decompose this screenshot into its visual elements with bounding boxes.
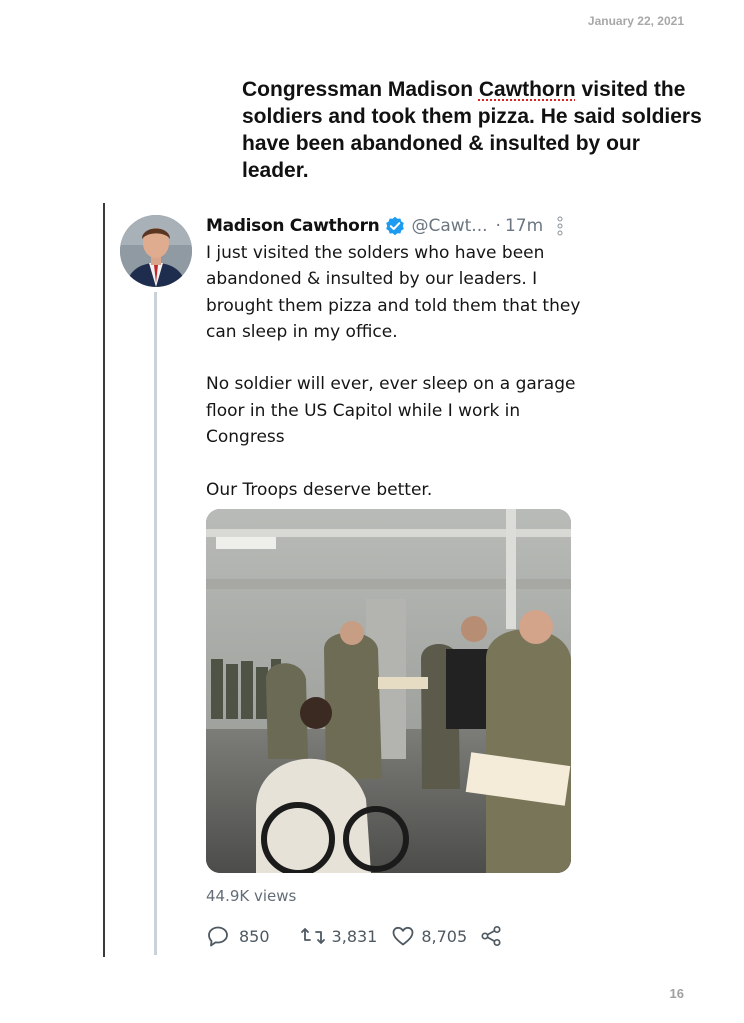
page-number: 16 <box>669 986 684 1001</box>
avatar[interactable] <box>120 215 192 287</box>
display-name[interactable]: Madison Cawthorn <box>206 216 380 236</box>
more-options-icon[interactable] <box>557 216 563 236</box>
quote-rule <box>103 203 105 957</box>
retweet-icon <box>300 924 326 948</box>
separator-dot: · <box>495 216 501 236</box>
user-handle[interactable]: @Cawt... <box>411 216 487 236</box>
tweet-paragraph: Our Troops deserve better. <box>206 479 433 500</box>
thread-line <box>154 292 157 955</box>
tweet-paragraph: No soldier will ever, ever sleep on a ga… <box>206 374 576 448</box>
like-icon <box>391 924 415 948</box>
reply-count: 850 <box>239 926 270 946</box>
view-count: 44.9K views <box>206 887 297 905</box>
reply-icon <box>206 924 230 948</box>
like-count: 8,705 <box>421 926 468 946</box>
tweet-media-photo[interactable] <box>206 509 571 873</box>
tweet-time[interactable]: 17m <box>505 216 543 236</box>
headline-text-start: Congressman Madison <box>242 78 479 101</box>
reply-button[interactable]: 850 <box>206 924 270 948</box>
tweet-paragraph: I just visited the solders who have been… <box>206 243 581 342</box>
slide-headline: Congressman Madison Cawthorn visited the… <box>242 76 702 184</box>
share-icon <box>479 924 503 948</box>
headline-flagged-word: Cawthorn <box>478 78 576 101</box>
retweet-button[interactable]: 3,831 <box>300 924 378 948</box>
tweet-body: I just visited the solders who have been… <box>206 240 586 503</box>
like-button[interactable]: 8,705 <box>391 924 467 948</box>
verified-badge-icon <box>385 216 405 236</box>
page-date: January 22, 2021 <box>587 14 684 28</box>
share-button[interactable] <box>479 924 503 948</box>
retweet-count: 3,831 <box>331 926 378 946</box>
tweet-header: Madison Cawthorn @Cawt... · 17m <box>206 213 586 239</box>
tweet-action-bar: 850 3,831 8,705 <box>206 923 503 949</box>
